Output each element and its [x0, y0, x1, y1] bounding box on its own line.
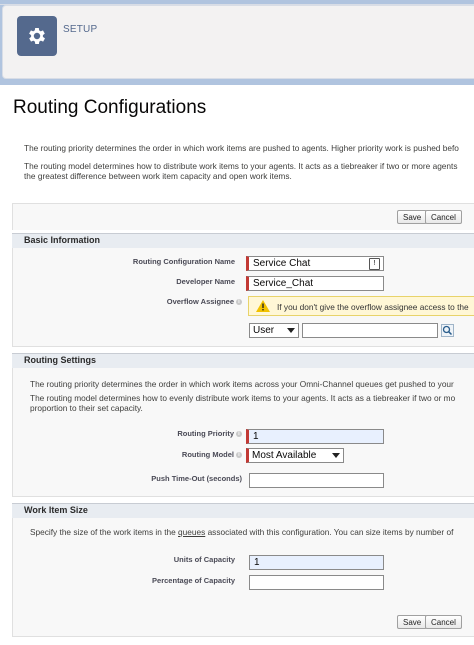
basic-information-title: Basic Information [24, 235, 101, 245]
routing-priority-input[interactable]: 1 [246, 429, 384, 444]
push-timeout-label: Push Time-Out (seconds) [151, 474, 242, 483]
assignee-type-select[interactable]: User [249, 323, 299, 338]
units-of-capacity-label: Units of Capacity [173, 555, 235, 564]
help-icon[interactable]: i [236, 452, 242, 459]
chevron-down-icon [332, 453, 340, 458]
overflow-assignee-label: Overflow Assignee i [80, 297, 242, 306]
cancel-button[interactable]: Cancel [425, 615, 462, 629]
help-icon[interactable]: i [236, 431, 242, 438]
queues-link[interactable]: queues [178, 527, 205, 537]
gear-icon [29, 28, 45, 44]
setup-tile[interactable] [17, 16, 57, 56]
intro-model-text-1: The routing model determines how to dist… [24, 161, 458, 171]
intro-model-text-2: the greatest difference between work ite… [24, 171, 292, 181]
save-button[interactable]: Save [397, 210, 428, 224]
work-item-size-description: Specify the size of the work items in th… [30, 527, 454, 537]
developer-name-input[interactable]: Service_Chat [246, 276, 384, 291]
work-item-size-title: Work Item Size [24, 505, 88, 515]
intro-priority-text: The routing priority determines the orde… [24, 143, 459, 153]
routing-model-select[interactable]: Most Available [246, 448, 344, 463]
assignee-lookup-input[interactable] [302, 323, 438, 338]
routing-config-name-label: Routing Configuration Name [132, 257, 235, 266]
routing-model-description-1: The routing model determines how to even… [30, 393, 456, 403]
field-menu-icon[interactable]: ! [369, 258, 380, 270]
save-button[interactable]: Save [397, 615, 428, 629]
percentage-of-capacity-label: Percentage of Capacity [152, 576, 235, 585]
units-of-capacity-input[interactable]: 1 [249, 555, 384, 570]
overflow-warning-text: If you don't give the overflow assignee … [277, 302, 469, 312]
warning-icon [256, 300, 270, 312]
app-frame: SETUP Routing Configurations The routing… [0, 4, 474, 645]
routing-settings-title: Routing Settings [24, 355, 96, 365]
routing-priority-description: The routing priority determines the orde… [30, 379, 454, 389]
lookup-search-icon[interactable] [441, 324, 454, 337]
routing-model-label: Routing Model i [80, 450, 242, 459]
routing-config-name-input[interactable]: Service Chat ! [246, 256, 384, 271]
setup-header: SETUP [2, 5, 474, 79]
main-page: Routing Configurations The routing prior… [0, 85, 474, 645]
routing-settings-header: Routing Settings [12, 353, 474, 369]
chevron-down-icon [287, 328, 295, 333]
basic-information-header: Basic Information [12, 233, 474, 249]
help-icon[interactable]: i [236, 299, 242, 306]
bottom-button-bar: Save Cancel [12, 606, 474, 637]
work-item-size-header: Work Item Size [12, 503, 474, 519]
push-timeout-input[interactable] [249, 473, 384, 488]
routing-priority-label: Routing Priority i [80, 429, 242, 438]
developer-name-label: Developer Name [176, 277, 235, 286]
setup-label: SETUP [63, 24, 98, 35]
routing-model-description-2: proportion to their set capacity. [30, 403, 143, 413]
page-title: Routing Configurations [13, 97, 207, 118]
overflow-warning-banner: If you don't give the overflow assignee … [248, 296, 474, 316]
cancel-button[interactable]: Cancel [425, 210, 462, 224]
percentage-of-capacity-input[interactable] [249, 575, 384, 590]
top-button-bar: Save Cancel [12, 203, 474, 230]
